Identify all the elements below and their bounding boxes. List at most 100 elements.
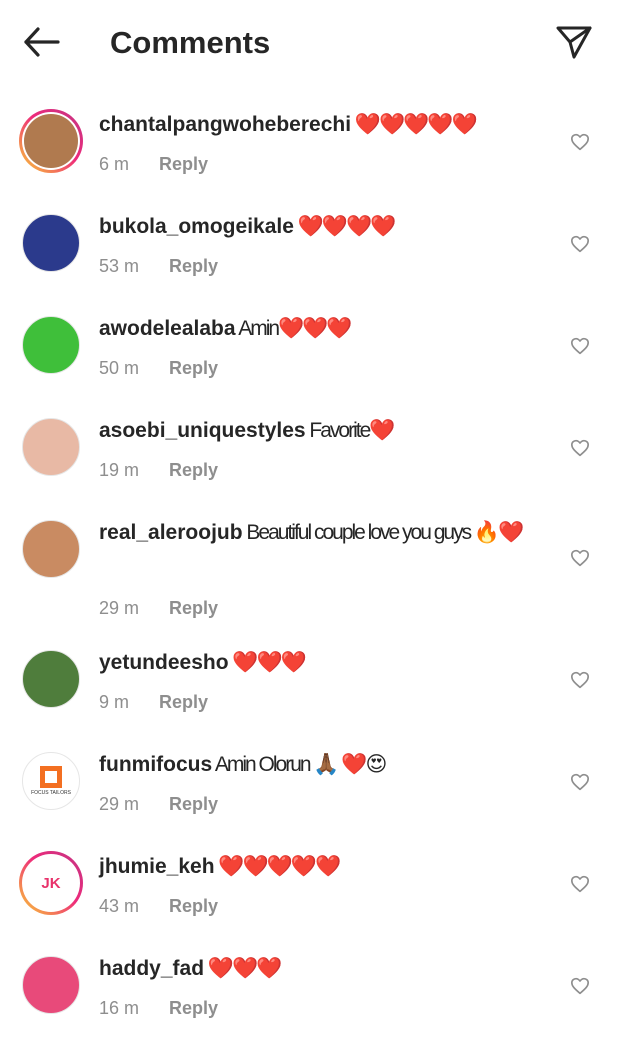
comment-body: Favorite❤️ <box>305 419 395 442</box>
like-button[interactable] <box>570 337 590 355</box>
avatar-caption: FOCUS TAILORS <box>31 790 71 796</box>
avatar[interactable] <box>19 647 83 711</box>
avatar[interactable] <box>19 517 83 581</box>
comment-body: Amin❤️❤️❤️ <box>235 317 352 340</box>
avatar-image <box>22 520 80 578</box>
reply-button[interactable]: Reply <box>159 692 208 712</box>
like-button[interactable] <box>570 671 590 689</box>
page-title: Comments <box>110 25 271 60</box>
comment-username[interactable]: funmifocus <box>99 753 212 776</box>
comment-body: ❤️❤️❤️ <box>204 957 282 980</box>
comment-username[interactable]: awodelealaba <box>99 317 236 340</box>
avatar-image: FOCUS TAILORS <box>22 752 80 810</box>
like-button[interactable] <box>570 773 590 791</box>
like-button[interactable] <box>570 133 590 151</box>
comment-item: awodelealaba Amin❤️❤️❤️ 50 m Reply <box>0 304 623 406</box>
avatar-image <box>22 650 80 708</box>
reply-button[interactable]: Reply <box>169 794 218 814</box>
paper-plane-icon <box>556 26 592 59</box>
comments-header: Comments <box>0 0 623 86</box>
comment-body: ❤️❤️❤️ <box>228 651 306 674</box>
avatar-image <box>24 114 78 168</box>
comment-username[interactable]: jhumie_keh <box>99 855 215 878</box>
avatar[interactable] <box>19 415 83 479</box>
comment-item: FOCUS TAILORS funmifocus Amin Olorun 🙏🏾 ❤… <box>0 740 623 842</box>
avatar-image: JK <box>24 856 78 910</box>
comment-timestamp: 6 m <box>99 154 130 174</box>
avatar[interactable] <box>19 953 83 1017</box>
comment-meta: 43 m Reply <box>99 894 218 918</box>
comment-text: awodelealaba Amin❤️❤️❤️ <box>99 314 529 343</box>
comment-timestamp: 16 m <box>99 998 140 1018</box>
heart-outline-icon <box>570 671 589 689</box>
comment-text: chantalpangwoheberechi ❤️❤️❤️❤️❤️ <box>99 110 529 139</box>
comment-username[interactable]: haddy_fad <box>99 957 204 980</box>
comment-meta: 29 m Reply <box>99 596 218 620</box>
reply-button[interactable]: Reply <box>169 256 218 276</box>
like-button[interactable] <box>570 875 590 893</box>
comment-timestamp: 29 m <box>99 598 140 618</box>
share-button[interactable] <box>554 22 594 62</box>
comment-timestamp: 29 m <box>99 794 140 814</box>
comment-meta: 53 m Reply <box>99 254 218 278</box>
avatar-letters: JK <box>41 874 61 892</box>
comment-item: real_aleroojub Beautiful couple love you… <box>0 508 623 638</box>
avatar-image <box>22 214 80 272</box>
comment-item: haddy_fad ❤️❤️❤️ 16 m Reply <box>0 944 623 1046</box>
comment-timestamp: 19 m <box>99 460 140 480</box>
comment-timestamp: 43 m <box>99 896 140 916</box>
comment-timestamp: 9 m <box>99 692 130 712</box>
avatar[interactable]: FOCUS TAILORS <box>19 749 83 813</box>
comment-meta: 19 m Reply <box>99 458 218 482</box>
comment-item: asoebi_uniquestyles Favorite❤️ 19 m Reply <box>0 406 623 508</box>
avatar-image <box>22 956 80 1014</box>
like-button[interactable] <box>570 439 590 457</box>
comment-username[interactable]: chantalpangwoheberechi <box>99 113 351 136</box>
comment-text: yetundeesho ❤️❤️❤️ <box>99 648 529 677</box>
avatar[interactable] <box>19 313 83 377</box>
comment-username[interactable]: asoebi_uniquestyles <box>99 419 306 442</box>
avatar[interactable]: JK <box>19 851 83 915</box>
comment-timestamp: 50 m <box>99 358 140 378</box>
comment-item: chantalpangwoheberechi ❤️❤️❤️❤️❤️ 6 m Repl… <box>0 100 623 202</box>
reply-button[interactable]: Reply <box>169 358 218 378</box>
heart-outline-icon <box>570 235 589 253</box>
avatar[interactable] <box>19 211 83 275</box>
comment-username[interactable]: yetundeesho <box>99 651 229 674</box>
comment-text: real_aleroojub Beautiful couple love you… <box>99 518 529 547</box>
heart-outline-icon <box>570 875 589 893</box>
avatar-image <box>22 418 80 476</box>
reply-button[interactable]: Reply <box>169 896 218 916</box>
reply-button[interactable]: Reply <box>159 154 208 174</box>
reply-button[interactable]: Reply <box>169 460 218 480</box>
like-button[interactable] <box>570 549 590 567</box>
comment-item: bukola_omogeikale ❤️❤️❤️❤️ 53 m Reply <box>0 202 623 304</box>
like-button[interactable] <box>570 235 590 253</box>
comment-body: Beautiful couple love you guys 🔥❤️ <box>242 521 524 544</box>
comment-meta: 9 m Reply <box>99 690 208 714</box>
comment-meta: 29 m Reply <box>99 792 218 816</box>
comment-meta: 6 m Reply <box>99 152 208 176</box>
comment-item: JK jhumie_keh ❤️❤️❤️❤️❤️ 43 m Reply <box>0 842 623 944</box>
comment-body: Amin Olorun 🙏🏾 ❤️😍 <box>212 753 388 776</box>
heart-outline-icon <box>570 549 589 567</box>
arrow-left-icon <box>24 27 60 57</box>
comment-meta: 50 m Reply <box>99 356 218 380</box>
comment-item: yetundeesho ❤️❤️❤️ 9 m Reply <box>0 638 623 740</box>
comment-text: funmifocus Amin Olorun 🙏🏾 ❤️😍 <box>99 750 529 779</box>
comment-text: jhumie_keh ❤️❤️❤️❤️❤️ <box>99 852 529 881</box>
comment-text: bukola_omogeikale ❤️❤️❤️❤️ <box>99 212 529 241</box>
comment-text: asoebi_uniquestyles Favorite❤️ <box>99 416 529 445</box>
reply-button[interactable]: Reply <box>169 998 218 1018</box>
avatar[interactable] <box>19 109 83 173</box>
comment-text: haddy_fad ❤️❤️❤️ <box>99 954 529 983</box>
comment-username[interactable]: bukola_omogeikale <box>99 215 294 238</box>
like-button[interactable] <box>570 977 590 995</box>
back-button[interactable] <box>22 24 62 64</box>
comment-body: ❤️❤️❤️❤️❤️ <box>351 113 478 136</box>
comment-timestamp: 53 m <box>99 256 140 276</box>
comment-username[interactable]: real_aleroojub <box>99 521 243 544</box>
heart-outline-icon <box>570 133 589 151</box>
heart-outline-icon <box>570 337 589 355</box>
reply-button[interactable]: Reply <box>169 598 218 618</box>
